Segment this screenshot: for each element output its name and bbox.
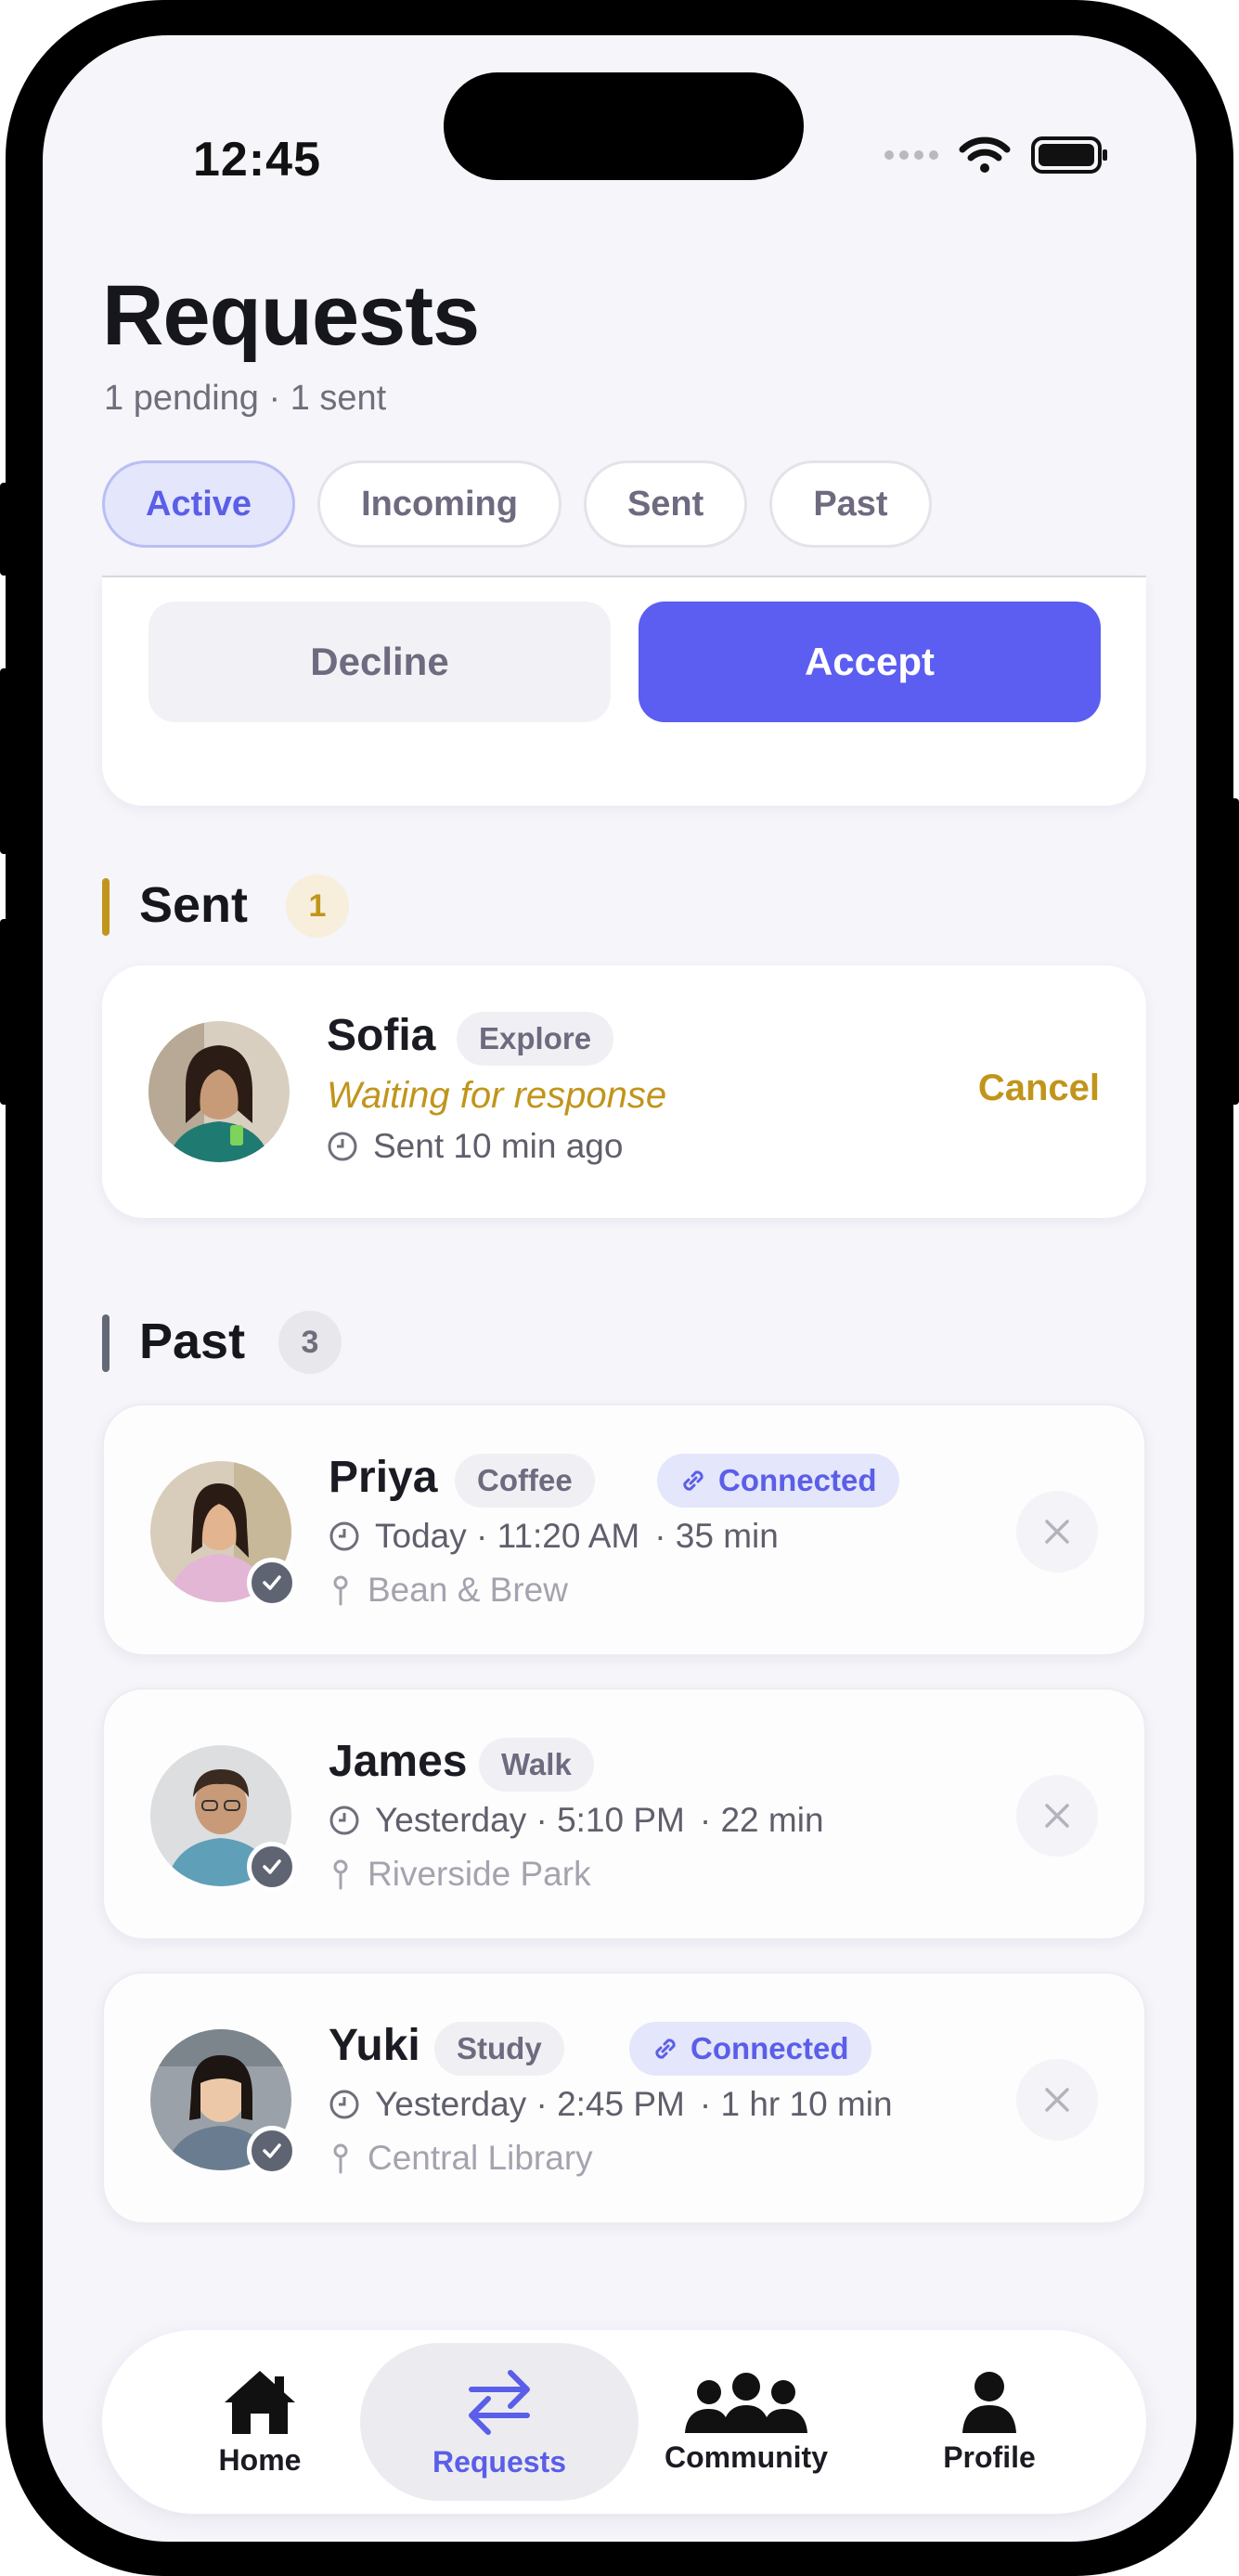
sent-name: Sofia xyxy=(327,1011,436,1060)
close-icon xyxy=(1045,2088,1069,2112)
past-place-row: Central Library xyxy=(329,2139,593,2178)
past-item[interactable]: Priya Coffee Connected Today · 11:20 AM … xyxy=(102,1404,1146,1656)
sent-status: Waiting for response xyxy=(327,1075,667,1116)
past-section-title: Past xyxy=(139,1314,246,1369)
pin-icon xyxy=(333,2143,348,2174)
connected-label: Connected xyxy=(718,1463,877,1497)
past-duration: · 1 hr 10 min xyxy=(699,2085,893,2123)
battery-icon xyxy=(1031,136,1107,174)
page-title: Requests xyxy=(102,268,480,363)
avatar-yuki xyxy=(150,2029,297,2176)
connected-check-icon xyxy=(247,1842,297,1892)
sent-time: Sent 10 min ago xyxy=(373,1127,624,1165)
volume-down-button xyxy=(0,919,9,1105)
dismiss-button[interactable] xyxy=(1016,2059,1098,2141)
clock-icon xyxy=(328,1132,357,1161)
avatar-sofia xyxy=(148,1021,290,1162)
connected-check-icon xyxy=(247,1558,297,1608)
cancel-button[interactable]: Cancel xyxy=(978,1068,1100,1109)
connected-check-icon xyxy=(247,2126,297,2176)
tab-home[interactable]: Home xyxy=(121,2343,399,2501)
home-icon xyxy=(225,2370,295,2434)
close-icon xyxy=(1045,1804,1069,1828)
page-subtitle: 1 pending · 1 sent xyxy=(104,379,387,418)
past-tag: Walk xyxy=(479,1738,594,1792)
close-icon xyxy=(1045,1520,1069,1544)
pin-icon xyxy=(333,1859,348,1890)
past-item[interactable]: James Walk Yesterday · 5:10 PM · 22 min … xyxy=(102,1688,1146,1940)
wifi-icon xyxy=(959,136,1011,173)
link-icon xyxy=(683,1470,703,1491)
tab-label: Community xyxy=(665,2440,828,2474)
signal-icon xyxy=(884,150,938,160)
past-count-badge: 3 xyxy=(278,1311,342,1374)
past-duration: · 35 min xyxy=(654,1517,779,1555)
bottom-tab-bar: Home Requests Community Profile xyxy=(102,2330,1146,2514)
avatar-priya xyxy=(150,1461,297,1608)
past-name: James xyxy=(329,1737,468,1786)
sent-section-title: Sent xyxy=(139,877,249,933)
swap-arrows-icon xyxy=(469,2369,530,2435)
past-time-row: Yesterday · 2:45 PM · 1 hr 10 min xyxy=(329,2085,893,2124)
tab-requests[interactable]: Requests xyxy=(360,2343,639,2501)
past-place-row: Riverside Park xyxy=(329,1855,591,1894)
past-place: Central Library xyxy=(368,2139,593,2177)
past-section-accent xyxy=(102,1314,110,1372)
clock-icon xyxy=(329,2090,359,2119)
person-icon xyxy=(962,2371,1016,2433)
past-when: Today · 11:20 AM xyxy=(375,1517,640,1555)
pin-icon xyxy=(333,1575,348,1606)
dismiss-button[interactable] xyxy=(1016,1491,1098,1573)
avatar-james xyxy=(150,1745,297,1892)
tab-label: Home xyxy=(218,2442,302,2477)
filter-chip-past[interactable]: Past xyxy=(769,460,932,548)
past-place: Bean & Brew xyxy=(368,1571,568,1609)
sent-tag: Explore xyxy=(457,1012,614,1066)
status-indicators xyxy=(884,136,1109,175)
connected-badge: Connected xyxy=(629,2022,871,2076)
link-icon xyxy=(655,2039,676,2059)
mute-switch xyxy=(0,483,9,576)
past-when: Yesterday · 5:10 PM xyxy=(375,1801,685,1839)
past-tag: Study xyxy=(434,2022,564,2076)
tab-label: Requests xyxy=(432,2444,567,2479)
screen: 12:45 Requests 1 pending · 1 sent Active… xyxy=(43,35,1196,2542)
tab-label: Profile xyxy=(943,2440,1036,2474)
past-time-row: Yesterday · 5:10 PM · 22 min xyxy=(329,1801,824,1840)
tab-community[interactable]: Community xyxy=(607,2343,885,2501)
past-time-row: Today · 11:20 AM · 35 min xyxy=(329,1517,779,1556)
power-button xyxy=(1230,798,1239,1105)
past-place-row: Bean & Brew xyxy=(329,1571,568,1610)
dismiss-button[interactable] xyxy=(1016,1775,1098,1857)
incoming-request-card: Decline Accept xyxy=(102,577,1146,806)
sent-section-accent xyxy=(102,878,110,936)
past-name: Priya xyxy=(329,1453,438,1502)
past-when: Yesterday · 2:45 PM xyxy=(375,2085,685,2123)
filter-chip-incoming[interactable]: Incoming xyxy=(317,460,561,548)
sent-time-row: Sent 10 min ago xyxy=(327,1127,623,1166)
phone-frame: 12:45 Requests 1 pending · 1 sent Active… xyxy=(0,0,1239,2576)
past-place: Riverside Park xyxy=(368,1855,591,1893)
decline-button[interactable]: Decline xyxy=(148,602,611,722)
clock-icon xyxy=(329,1806,359,1835)
status-time: 12:45 xyxy=(193,133,321,187)
dynamic-island xyxy=(444,72,804,180)
connected-label: Connected xyxy=(690,2031,849,2065)
connected-badge: Connected xyxy=(657,1454,899,1508)
sent-count-badge: 1 xyxy=(286,874,349,938)
filter-chip-active[interactable]: Active xyxy=(102,460,296,548)
past-name: Yuki xyxy=(329,2021,420,2070)
sent-request-card[interactable]: Sofia Explore Waiting for response Sent … xyxy=(102,965,1146,1218)
accept-button[interactable]: Accept xyxy=(639,602,1101,722)
filter-chip-sent[interactable]: Sent xyxy=(583,460,748,548)
past-duration: · 22 min xyxy=(699,1801,824,1839)
tab-profile[interactable]: Profile xyxy=(850,2343,1129,2501)
clock-icon xyxy=(329,1521,359,1551)
filter-chips: Active Incoming Sent Past xyxy=(102,460,932,548)
past-item[interactable]: Yuki Study Connected Yesterday · 2:45 PM… xyxy=(102,1972,1146,2224)
past-tag: Coffee xyxy=(455,1454,595,1508)
volume-up-button xyxy=(0,668,9,854)
group-icon xyxy=(685,2372,807,2433)
